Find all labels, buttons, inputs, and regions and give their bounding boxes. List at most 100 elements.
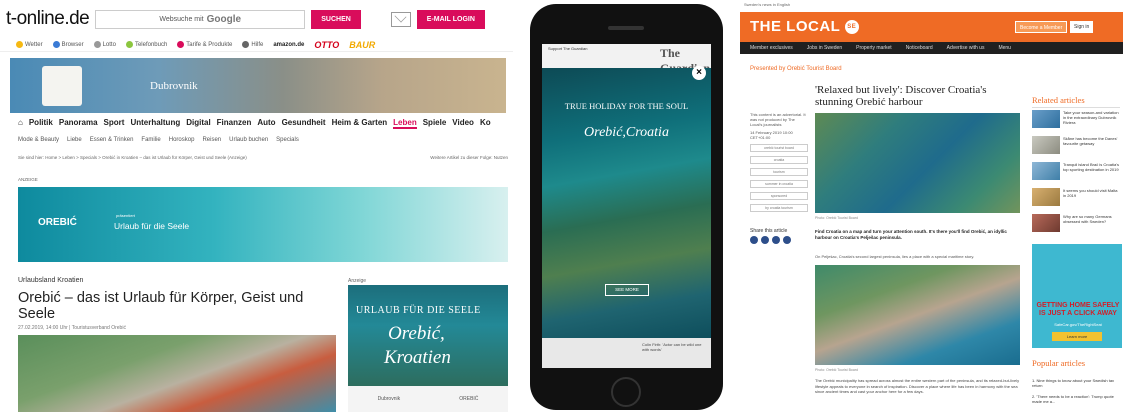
subnav-reisen[interactable]: Reisen — [202, 137, 221, 143]
facebook-icon[interactable] — [750, 236, 758, 244]
related-thumb — [1032, 162, 1060, 180]
twitter-icon[interactable] — [761, 236, 769, 244]
article-headline: 'Relaxed but lively': Discover Croatia's… — [815, 84, 987, 108]
service-weather[interactable]: Wetter — [16, 40, 43, 48]
subnav-horoskop[interactable]: Horoskop — [169, 137, 195, 143]
tag[interactable]: by croatia tourism — [750, 204, 808, 212]
subnav-urlaub[interactable]: Urlaub buchen — [229, 137, 268, 143]
service-lotto[interactable]: Lotto — [93, 40, 116, 48]
subnav-jobs[interactable]: Jobs in Sweden — [807, 45, 842, 51]
subnav-specials[interactable]: Specials — [276, 137, 299, 143]
thelocal-logo[interactable]: THE LOCAL SE — [750, 18, 859, 35]
related-thumb — [1032, 110, 1060, 128]
nav-video[interactable]: Video — [452, 118, 474, 129]
subnav-advertise[interactable]: Advertise with us — [947, 45, 985, 51]
nav-more[interactable]: Ko — [480, 118, 491, 129]
article-label: Urlaubsland Kroatien — [18, 277, 84, 284]
tag[interactable]: tourism — [750, 168, 808, 176]
subnav-familie[interactable]: Familie — [141, 137, 160, 143]
email-login-button[interactable]: E-MAIL LOGIN — [416, 9, 485, 29]
related-text: Why are so many Germans obsessed with Sw… — [1063, 214, 1112, 224]
tag[interactable]: croatia — [750, 156, 808, 164]
nav-gesundheit[interactable]: Gesundheit — [282, 118, 326, 129]
share-icons — [750, 236, 791, 244]
tag[interactable]: sponsored — [750, 192, 808, 200]
article-title[interactable]: Orebić – das ist Urlaub für Körper, Geis… — [18, 290, 338, 322]
service-phonebook[interactable]: Telefonbuch — [125, 40, 167, 48]
hero-banner[interactable]: Dubrovnik — [10, 58, 506, 113]
linkedin-icon[interactable] — [772, 236, 780, 244]
orebic-banner-ad[interactable]: OREBIĆ präsentiert Urlaub für die Seele — [18, 187, 508, 262]
home-icon[interactable]: ⌂ — [18, 118, 23, 129]
side-ad-line3: Kroatien — [384, 347, 451, 368]
safety-promo-ad[interactable]: GETTING HOME SAFELY IS JUST A CLICK AWAY… — [1032, 244, 1122, 348]
help-icon — [242, 40, 250, 48]
tonline-logo[interactable]: t-online.de — [6, 8, 90, 30]
side-ad-footer-orebic: OREBIĆ — [459, 396, 479, 402]
search-input[interactable]: Websuche mit Google — [95, 9, 306, 29]
subnav-essen[interactable]: Essen & Trinken — [90, 137, 134, 143]
related-title: Related articles — [1032, 95, 1120, 108]
guardian-article-strip: Colin Firth: 'Actor can be wild one with… — [542, 338, 711, 368]
subnav-mode[interactable]: Mode & Beauty — [18, 137, 59, 143]
subnav-property[interactable]: Property market — [856, 45, 892, 51]
service-help[interactable]: Hilfe — [242, 40, 263, 48]
nav-auto[interactable]: Auto — [257, 118, 275, 129]
tag[interactable]: summer in croatia — [750, 180, 808, 188]
sign-in-button[interactable]: Sign in — [1070, 21, 1094, 33]
subnav-liebe[interactable]: Liebe — [67, 137, 82, 143]
presented-by: Presented by Orebić Tourist Board — [750, 66, 842, 72]
article-sidebar: This content is an advertorial. It was n… — [750, 112, 808, 212]
nav-digital[interactable]: Digital — [186, 118, 210, 129]
popular-item[interactable]: 1. Nine things to know about your Swedis… — [1032, 378, 1120, 388]
article-photo — [18, 335, 336, 412]
service-browser[interactable]: Browser — [52, 40, 84, 48]
nav-finanzen[interactable]: Finanzen — [217, 118, 252, 129]
popular-item[interactable]: 2. 'There needs to be a reaction': Trump… — [1032, 394, 1120, 404]
subnav-noticeboard[interactable]: Noticeboard — [906, 45, 933, 51]
side-ad[interactable]: URLAUB FÜR DIE SEELE Orebić, Kroatien — [348, 285, 508, 386]
article-paragraph: The Orebić municipality has spread acros… — [815, 378, 1020, 394]
clover-icon — [93, 40, 101, 48]
related-item[interactable]: Take your season-and variation in the ex… — [1032, 110, 1122, 134]
close-icon[interactable]: × — [692, 66, 706, 80]
promo-button[interactable]: Learn more — [1052, 332, 1102, 341]
home-button[interactable] — [611, 377, 641, 407]
amazon-link[interactable]: amazon.de — [273, 42, 304, 48]
nav-politik[interactable]: Politik — [29, 118, 53, 129]
email-icon[interactable] — [783, 236, 791, 244]
subnav-member[interactable]: Member exclusives — [750, 45, 793, 51]
tag[interactable]: orebić tourist board — [750, 144, 808, 152]
globe-icon — [52, 40, 60, 48]
article-image-1 — [815, 113, 1020, 213]
nav-leben[interactable]: Leben — [393, 118, 417, 129]
search-button[interactable]: SUCHEN — [311, 9, 361, 29]
banner-logo: OREBIĆ — [38, 217, 77, 228]
subnav-menu[interactable]: Menu — [998, 45, 1011, 51]
breadcrumb-path[interactable]: Sie sind hier: Home > Leben > Specials >… — [18, 155, 247, 160]
related-item[interactable]: It seems you should visit Malta in 2019 — [1032, 188, 1122, 212]
anzeige-label: ANZEIGE — [18, 177, 38, 182]
nav-heim-garten[interactable]: Heim & Garten — [332, 118, 388, 129]
related-item[interactable]: Skåne has become the Danes' favourite ge… — [1032, 136, 1122, 160]
become-member-button[interactable]: Become a Member — [1015, 21, 1068, 33]
support-link[interactable]: Support The Guardian — [548, 46, 588, 51]
see-more-button[interactable]: SEE MORE — [605, 284, 649, 296]
promo-sub: SafeCar.gov/TheRightSeat — [1054, 322, 1102, 327]
related-item[interactable]: Why are so many Germans obsessed with Sw… — [1032, 214, 1122, 238]
image-caption: Photo: Orebić Tourist Board — [815, 216, 858, 220]
nav-spiele[interactable]: Spiele — [423, 118, 447, 129]
service-tariffs[interactable]: Tarife & Produkte — [177, 40, 232, 48]
guardian-header: Support The Guardian The Guardian — [542, 44, 711, 75]
nav-sport[interactable]: Sport — [104, 118, 125, 129]
breadcrumb-right[interactable]: Weitere Artikel zu dieser Folge: Nutzen — [430, 155, 508, 160]
mail-icon[interactable] — [390, 11, 411, 27]
banner-text: Urlaub für die Seele — [114, 221, 190, 231]
related-item[interactable]: Tranquil island Brač is Croatia's top sp… — [1032, 162, 1122, 186]
tonline-page: t-online.de Websuche mit Google SUCHEN E… — [0, 0, 513, 412]
article-teaser[interactable]: Colin Firth: 'Actor can be wild one with… — [642, 342, 702, 352]
nav-panorama[interactable]: Panorama — [59, 118, 98, 129]
otto-link[interactable]: OTTO — [314, 40, 339, 50]
baur-link[interactable]: BAUR — [349, 40, 375, 50]
nav-unterhaltung[interactable]: Unterhaltung — [130, 118, 180, 129]
